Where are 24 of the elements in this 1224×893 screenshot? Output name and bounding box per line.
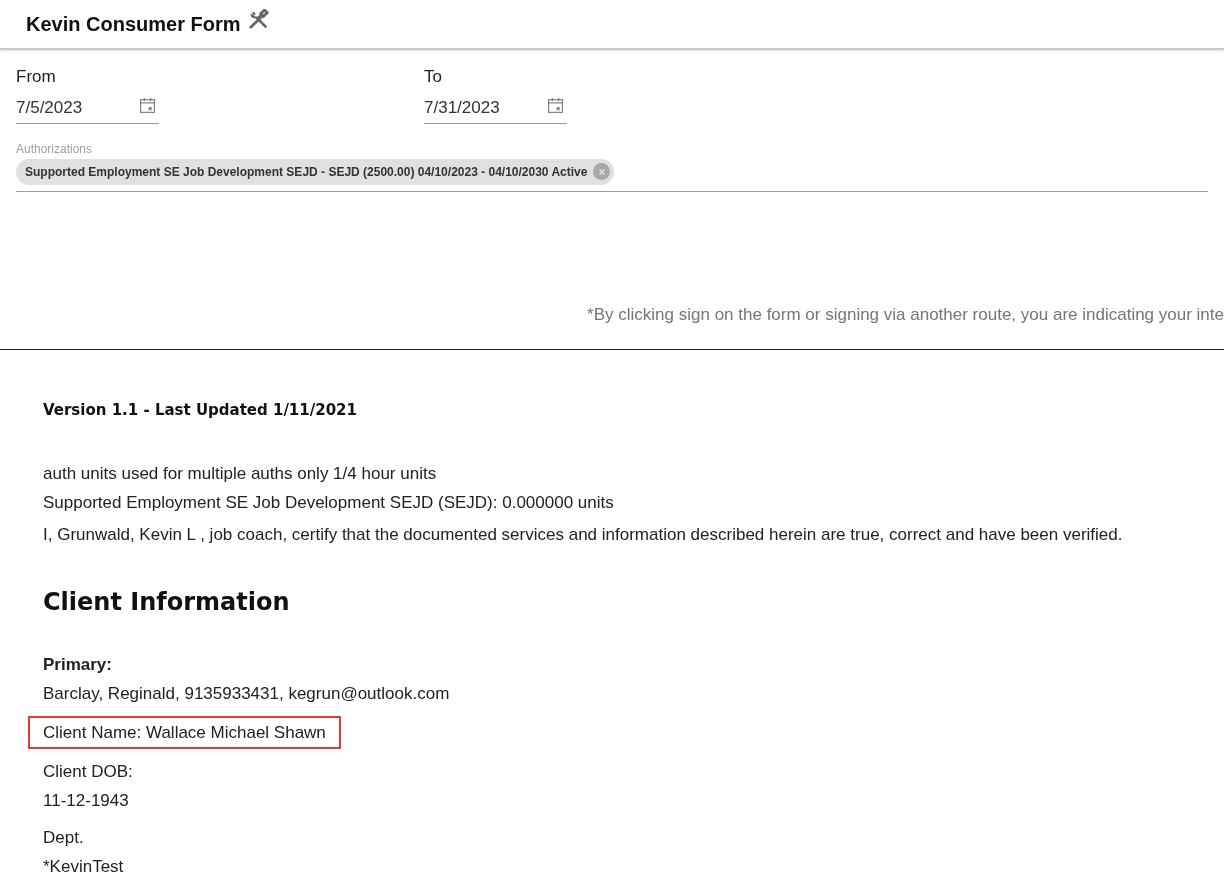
date-field[interactable]: 7/31/2023	[424, 93, 567, 124]
tools-icon	[248, 9, 271, 31]
field-label: Client DOB:	[43, 760, 133, 783]
version-text: Version 1.1 - Last Updated 1/11/2021	[43, 399, 358, 421]
close-icon[interactable]	[593, 163, 611, 180]
date-label: To	[424, 66, 443, 88]
certification-text: I, Grunwald, Kevin L , job coach, certify that the documented services and information described herein are true, correct and have been verified.	[43, 524, 1124, 546]
field-value: 11-12-1943	[43, 789, 130, 812]
form-title: Kevin Consumer Form	[26, 12, 241, 37]
field-label: Dept.	[43, 826, 85, 849]
date-field[interactable]: 7/5/2023	[16, 93, 159, 124]
calendar-icon[interactable]	[139, 96, 156, 114]
field-label: Primary:	[43, 653, 113, 676]
calendar-icon[interactable]	[547, 96, 564, 114]
section-heading: Client Information	[43, 586, 291, 618]
disclaimer-text: *By clicking sign on the form or signing via another route, you are indicating your inte	[587, 303, 1224, 326]
authorization-chip[interactable]: Supported Employment SE Job Development SEJD - SEJD (2500.00) 04/10/2023 - 04/10/2030 Active	[16, 158, 615, 185]
note-text: auth units used for multiple auths only 1/4 hour units	[43, 463, 438, 485]
field-value: *KevinTest	[43, 855, 124, 878]
date-label: From	[16, 66, 57, 88]
field-label: Authorizations	[16, 140, 94, 158]
note-text: Supported Employment SE Job Development SEJD (SEJD): 0.000000 units	[43, 492, 615, 514]
highlighted-field-text: Client Name: Wallace Michael Shawn	[28, 715, 341, 749]
field-value: Barclay, Reginald, 9135933431, kegrun@outlook.com	[43, 682, 450, 705]
